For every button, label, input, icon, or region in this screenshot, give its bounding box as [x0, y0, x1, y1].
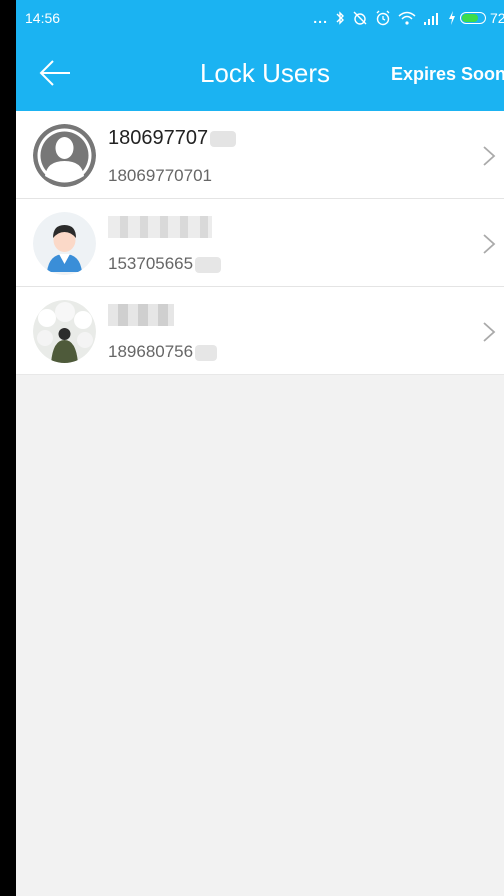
chevron-right-icon [483, 322, 496, 342]
charging-icon [448, 11, 455, 25]
default-avatar-icon [33, 124, 96, 187]
user-list: 180697707 18069770701 153705665 18968075… [16, 111, 504, 375]
battery: 72% [448, 10, 504, 26]
wifi-icon [398, 11, 416, 25]
list-item[interactable]: 189680756 [16, 287, 504, 375]
user-phone: 153705665 [108, 254, 222, 274]
user-phone: 189680756 [108, 342, 218, 362]
battery-level [461, 14, 478, 22]
chevron-right-icon [483, 146, 496, 166]
status-bar: 14:56 ... 72% [16, 0, 504, 36]
more-notifications-icon: ... [313, 10, 328, 26]
redacted-block [210, 130, 237, 147]
redacted-block [108, 215, 212, 238]
battery-percent: 72% [489, 10, 504, 26]
expires-soon-button[interactable]: Expires Soon [391, 64, 504, 85]
redacted-block [195, 256, 222, 273]
signal-icon [423, 13, 438, 25]
alarm-icon [376, 10, 390, 26]
bluetooth-icon [336, 11, 344, 25]
battery-icon [459, 12, 486, 24]
redacted-block [108, 303, 174, 326]
list-item[interactable]: 153705665 [16, 199, 504, 287]
user-name [108, 215, 212, 238]
redacted-block [195, 344, 218, 361]
user-name: 180697707 [108, 127, 237, 150]
app-screen: 14:56 ... 72% Lock Users Expires Soon 18… [16, 0, 504, 896]
alarm-off-icon [353, 11, 367, 25]
status-time: 14:56 [25, 10, 61, 26]
chevron-right-icon [483, 234, 496, 254]
status-icons: ... 72% [313, 5, 504, 31]
user-name [108, 303, 174, 326]
photo-avatar-icon [33, 300, 96, 363]
app-bar: Lock Users Expires Soon [16, 36, 504, 111]
user-phone: 18069770701 [108, 166, 213, 185]
list-item[interactable]: 180697707 18069770701 [16, 111, 504, 199]
cartoon-avatar-icon [33, 212, 96, 275]
